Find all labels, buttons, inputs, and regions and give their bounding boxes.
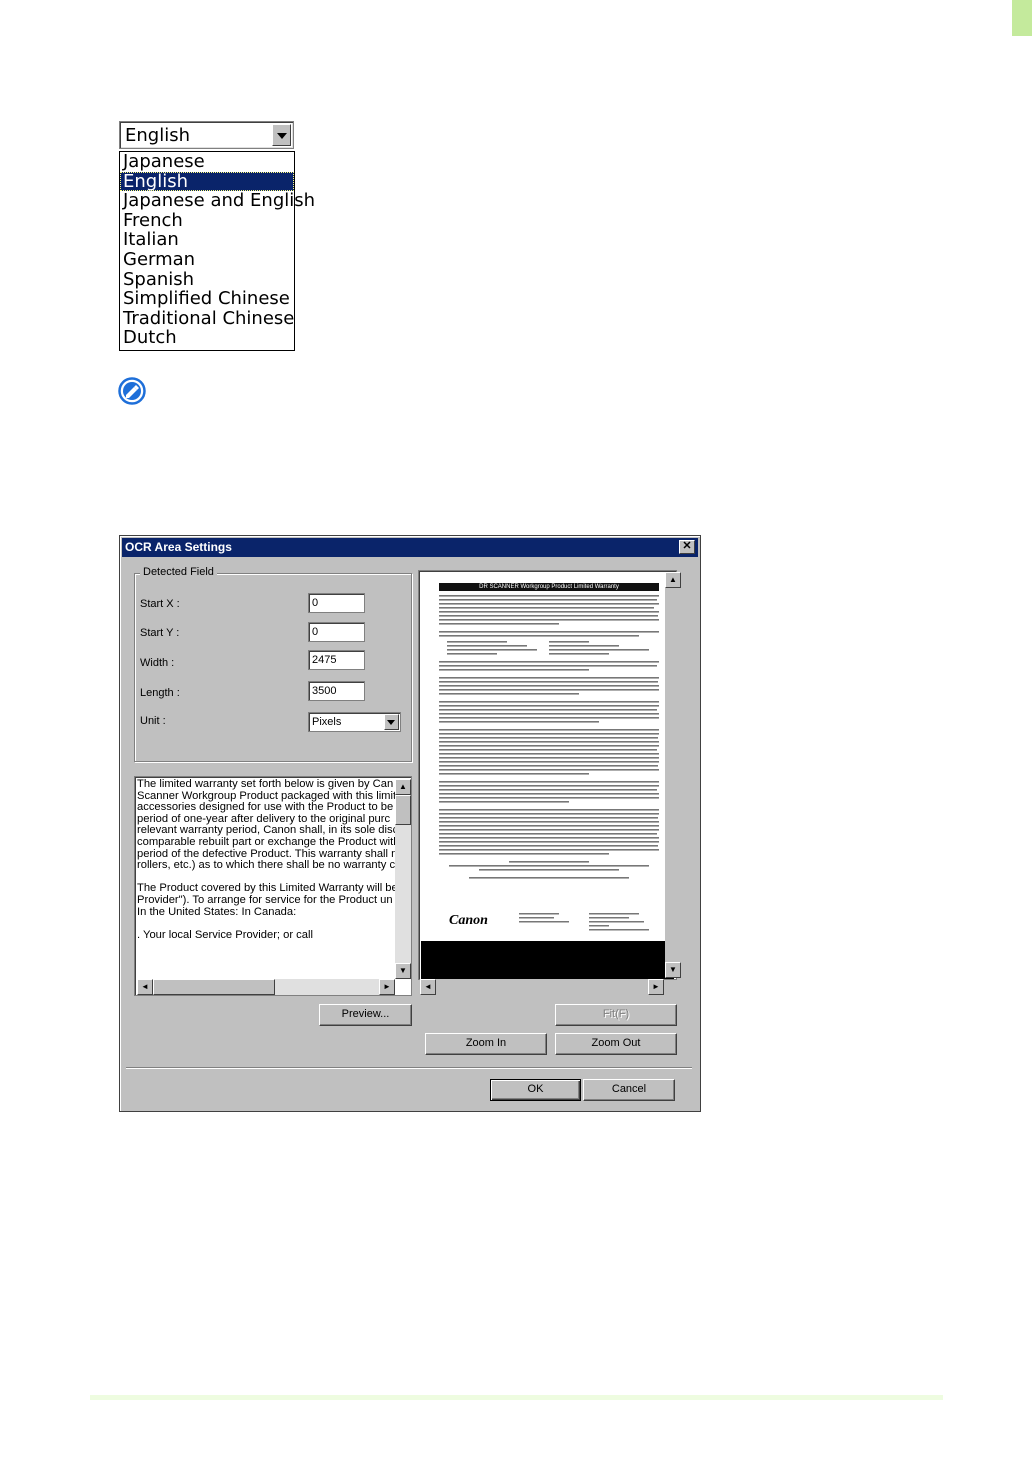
scroll-up-icon[interactable]: ▲ <box>395 779 411 795</box>
scroll-down-icon[interactable]: ▼ <box>395 963 411 979</box>
scroll-right-icon[interactable]: ► <box>379 979 395 995</box>
language-option-list: Japanese English Japanese and English Fr… <box>119 151 315 351</box>
preview-doc-brand-logo: Canon <box>449 913 488 928</box>
dialog-titlebar: OCR Area Settings ✕ <box>122 538 698 557</box>
scroll-right-icon[interactable]: ► <box>648 979 664 995</box>
scroll-thumb[interactable] <box>395 795 411 825</box>
preview-button[interactable]: Preview... <box>319 1004 412 1026</box>
close-icon[interactable]: ✕ <box>679 540 695 554</box>
ok-button[interactable]: OK <box>490 1079 581 1101</box>
scroll-down-icon[interactable]: ▼ <box>665 962 681 978</box>
width-input[interactable]: 2475 <box>308 650 365 670</box>
zoom-out-button[interactable]: Zoom Out <box>555 1033 677 1055</box>
length-input[interactable]: 3500 <box>308 681 365 701</box>
zoom-in-button[interactable]: Zoom In <box>425 1033 547 1055</box>
language-option[interactable]: Simplified Chinese <box>120 289 294 309</box>
language-option[interactable]: Italian <box>120 230 294 250</box>
preview-vscrollbar[interactable]: ▲ ▼ <box>665 572 681 978</box>
preview-doc-address-lines <box>519 913 649 931</box>
ocr-result-text: The limited warranty set forth below is … <box>137 779 395 941</box>
language-option[interactable]: Japanese <box>120 152 294 172</box>
start-x-input[interactable]: 0 <box>308 593 365 613</box>
dialog-title: OCR Area Settings <box>125 540 232 554</box>
language-select-value: English <box>125 125 190 146</box>
page-corner-tab <box>1012 0 1032 36</box>
ocr-text-box[interactable]: The limited warranty set forth below is … <box>134 776 412 996</box>
language-option[interactable]: French <box>120 211 294 231</box>
language-option[interactable]: German <box>120 250 294 270</box>
preview-doc-header: DR SCANNER Workgroup Product Limited War… <box>439 583 659 591</box>
preview-doc-bottom-margin <box>421 941 674 979</box>
cancel-button[interactable]: Cancel <box>583 1079 675 1101</box>
width-label: Width : <box>140 657 175 669</box>
ocr-area-settings-dialog: OCR Area Settings ✕ Detected Field Start… <box>119 535 701 1112</box>
chevron-down-icon[interactable] <box>384 714 399 730</box>
language-option[interactable]: Japanese and English <box>120 191 315 211</box>
language-option[interactable]: Dutch <box>120 328 294 348</box>
footer-divider <box>90 1395 943 1400</box>
language-option-selected[interactable]: English <box>120 171 294 192</box>
detected-field-label: Detected Field <box>140 566 217 578</box>
unit-label: Unit : <box>140 715 166 727</box>
length-label: Length : <box>140 687 180 699</box>
language-select[interactable]: English <box>119 121 294 149</box>
scroll-thumb[interactable] <box>153 979 275 995</box>
scroll-left-icon[interactable]: ◄ <box>137 979 153 995</box>
ocr-text-vscrollbar[interactable]: ▲ ▼ <box>395 779 411 979</box>
scroll-left-icon[interactable]: ◄ <box>420 979 436 995</box>
language-option[interactable]: Spanish <box>120 269 294 290</box>
note-pencil-icon <box>118 377 146 405</box>
unit-select[interactable]: Pixels <box>308 712 401 732</box>
preview-doc-text-lines <box>439 595 659 879</box>
start-x-label: Start X : <box>140 598 180 610</box>
preview-hscrollbar[interactable]: ◄ ► <box>420 979 664 995</box>
start-y-label: Start Y : <box>140 627 180 639</box>
ocr-text-hscrollbar[interactable]: ◄ ► <box>137 979 395 995</box>
scan-preview-area[interactable]: DR SCANNER Workgroup Product Limited War… <box>418 570 677 980</box>
dialog-separator <box>126 1067 692 1069</box>
fit-button[interactable]: Fit(F) <box>555 1004 677 1026</box>
language-option[interactable]: Traditional Chinese <box>120 309 294 329</box>
chevron-down-icon[interactable] <box>272 124 291 146</box>
start-y-input[interactable]: 0 <box>308 622 365 642</box>
unit-select-value: Pixels <box>312 716 342 728</box>
scroll-up-icon[interactable]: ▲ <box>665 572 681 588</box>
